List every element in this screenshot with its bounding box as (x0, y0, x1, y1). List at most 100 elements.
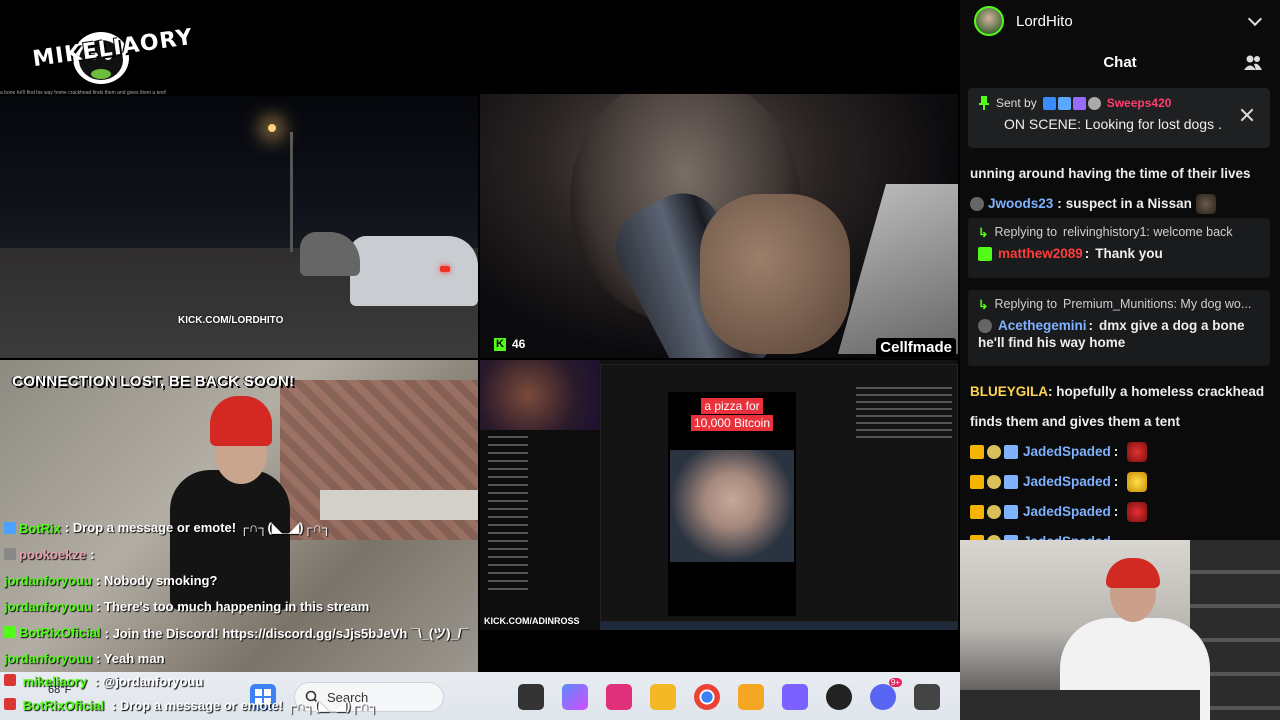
viewer-count-value: 46 (512, 337, 526, 351)
badge-icon (978, 246, 992, 261)
overlay-chat-user: jordanforyouu (4, 572, 93, 588)
emote-icon (1127, 442, 1148, 462)
gift-badge-icon (1004, 445, 1018, 459)
obs-icon[interactable] (826, 684, 852, 710)
overlay-chat-user: jordanforyouu (4, 650, 93, 666)
close-icon[interactable] (1240, 108, 1254, 122)
badge-icon (4, 674, 16, 686)
reply-arrow-icon: ↳ (978, 297, 989, 312)
overlay-chat-text: : Nobody smoking? (96, 572, 218, 588)
overlay-chat-user: jordanforyouu (4, 598, 93, 614)
chat-username[interactable]: JadedSpaded (1023, 472, 1111, 492)
app-icon[interactable] (738, 684, 764, 710)
overlay-chat-user: mikeliaory (22, 674, 87, 689)
crown-badge-icon (970, 475, 984, 489)
keyboard (960, 690, 1200, 720)
chat-username[interactable]: matthew2089 (998, 246, 1083, 261)
badge-icon (987, 445, 1001, 459)
reply-target[interactable]: Premium_Munitions: My dog wo... (1063, 297, 1251, 311)
bot-badge-icon (4, 522, 16, 534)
chat-message-text: Thank you (1095, 246, 1163, 261)
stream-tile-car[interactable]: KICK.COM/LORDHITO (0, 96, 478, 358)
chat-colon: : (1113, 444, 1119, 459)
app-icon[interactable] (782, 684, 808, 710)
windows-taskbar: 68°F Search 9+ BotRixOficial : Drop a me… (0, 672, 960, 720)
mini-webcam (480, 360, 600, 430)
chat-username[interactable]: JadedSpaded (1023, 502, 1111, 522)
handle-tag: Cellfmade (876, 338, 956, 357)
pinned-text: ON SCENE: Looking for lost dogs . (1004, 116, 1222, 132)
stream-tile-screen[interactable]: a pizza for 10,000 Bitcoin KICK.COM/ADIN… (480, 360, 958, 630)
stream-tile-drink[interactable]: K 46 Cellfmade (480, 94, 958, 358)
pin-icon (979, 96, 989, 110)
chat-message-text: he'll find his way home (978, 335, 1126, 350)
streamer-name[interactable]: LordHito (1016, 13, 1238, 30)
overlay-chat-text: : There's too much happening in this str… (96, 598, 370, 614)
chat-message-text: dmx give a dog a bone (1099, 318, 1245, 333)
chat-username[interactable]: JadedSpaded (1023, 442, 1111, 462)
file-explorer-icon[interactable] (650, 684, 676, 710)
chrome-icon[interactable] (694, 684, 720, 710)
gift-badge-icon (1004, 505, 1018, 519)
chat-title-row: Chat (960, 42, 1280, 82)
pikachu-emote-icon (1127, 472, 1148, 492)
gift-badge-icon (1004, 475, 1018, 489)
app-icon[interactable] (606, 684, 632, 710)
kick-url-tag: KICK.COM/ADINROSS (484, 616, 580, 626)
video-caption: a pizza for 10,000 Bitcoin (684, 398, 780, 432)
bot-badge-icon (4, 626, 16, 638)
chat-message: Jwoods23: suspect in a Nissan (970, 194, 1270, 214)
overlay-chat-text: : Drop a message or emote! ┌∩┐(◣_◢)┌∩┐ (64, 520, 332, 535)
reply-label: Replying to (994, 225, 1058, 239)
pinned-sender[interactable]: Sweeps420 (1107, 96, 1172, 110)
streamer-avatar[interactable] (974, 6, 1004, 36)
pinned-message: Sent by Sweeps420 ON SCENE: Looking for … (968, 88, 1270, 148)
reply-target[interactable]: relivinghistory1: welcome back (1063, 225, 1233, 239)
red-beanie (1106, 558, 1160, 588)
overlay-chat-text: : Yeah man (96, 650, 165, 666)
chat-message: JadedSpaded : (970, 442, 1270, 462)
kick-logo-icon: K (494, 337, 506, 351)
reply-header: ↳ Replying to relivinghistory1: welcome … (968, 218, 1270, 246)
chat-title: Chat (1103, 54, 1137, 71)
overlay-chat-line: BotRixOficial : Drop a message or emote!… (4, 698, 378, 714)
badge-icon (4, 698, 16, 710)
chevron-down-icon[interactable] (1247, 11, 1263, 26)
overlay-chat-line: BotRix : Drop a message or emote! ┌∩┐(◣_… (4, 515, 484, 541)
stream-screen: MIKELIAORY a bone he'll find his way hom… (0, 0, 1280, 720)
connection-lost-banner: CONNECTION LOST, BE BACK SOON! (12, 373, 295, 390)
overlay-chat-text: : @jordanforyouu (94, 674, 204, 689)
parked-car (300, 232, 360, 276)
avatar-badge-icon (978, 318, 992, 333)
kick-url-tag: KICK.COM/LORDHITO (178, 315, 284, 326)
overlay-chat-user: BotRixOficial (22, 698, 105, 713)
chat-username[interactable]: JadedSpaded (1023, 532, 1111, 540)
overlay-chat-text: : Join the Discord! https://discord.gg/s… (104, 625, 469, 641)
chat-username[interactable]: Jwoods23 (988, 194, 1053, 214)
badge-icon (987, 475, 1001, 489)
overlay-chat-line: BotRixOficial : Join the Discord! https:… (4, 619, 484, 645)
viewer-count: K 46 (494, 337, 525, 351)
badge-icon (1087, 96, 1101, 110)
chat-username[interactable]: BLUEYGILA (970, 384, 1048, 399)
overlay-chat-line: mikeliaory : @jordanforyouu (4, 674, 203, 689)
chat-message: JadedSpaded (970, 532, 1270, 540)
pinned-badges (1042, 96, 1101, 110)
avatar-badge-icon (970, 197, 984, 211)
chat-message: JadedSpaded : (970, 502, 1270, 522)
badge-icon (1072, 96, 1086, 110)
light-pole (290, 132, 293, 252)
overlay-chat-user: pookoekze (19, 546, 87, 562)
reply-label: Replying to (994, 297, 1058, 311)
users-icon[interactable] (1244, 54, 1262, 70)
app-icon[interactable] (914, 684, 940, 710)
video-person (670, 450, 794, 562)
copilot-icon[interactable] (562, 684, 588, 710)
overlay-chat-line: pookoekze : (4, 541, 484, 567)
video-caption-line2: 10,000 Bitcoin (690, 415, 774, 431)
overlay-chat-text: : Drop a message or emote! ┌∩┐(◣_◢)┌∩┐ (111, 698, 379, 713)
chat-username[interactable]: Acethegemini (998, 318, 1087, 333)
chat-message-text: unning around having the time of their l… (970, 166, 1251, 181)
discord-icon[interactable]: 9+ (870, 678, 902, 710)
task-view-icon[interactable] (518, 684, 544, 710)
